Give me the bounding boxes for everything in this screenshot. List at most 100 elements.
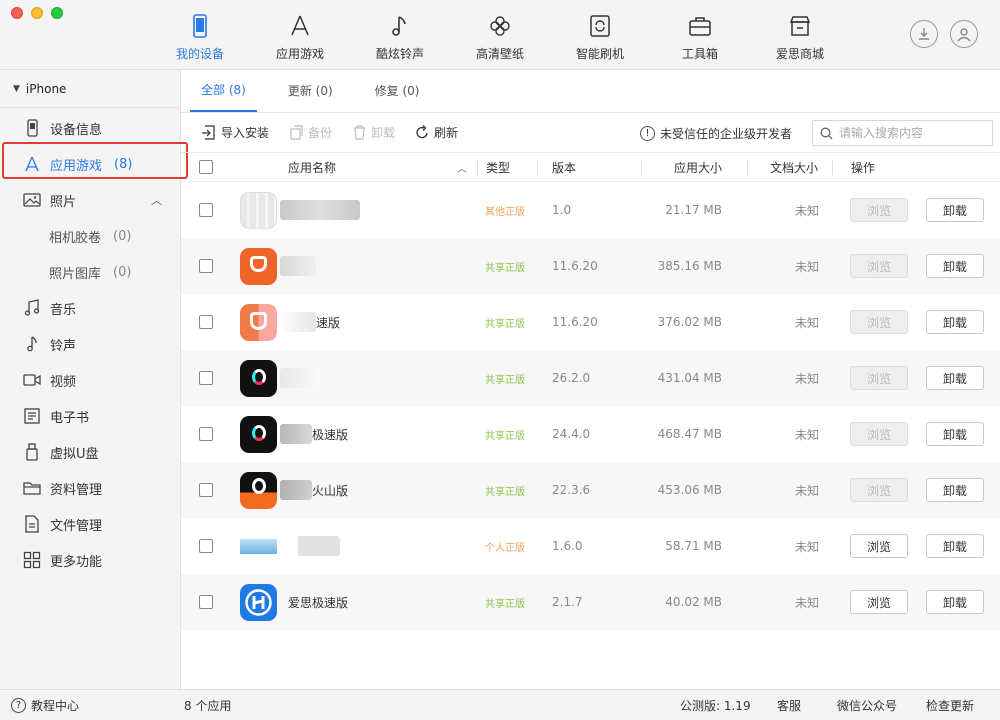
sidebar-item-ebooks[interactable]: 电子书 — [0, 398, 180, 434]
browse-button[interactable]: 浏览 — [850, 422, 908, 446]
sidebar-item-video[interactable]: 视频 — [0, 362, 180, 398]
table-row[interactable]: 速版 共享正版 11.6.20 376.02 MB 未知 浏览 卸载 — [181, 294, 1000, 350]
zoom-window-button[interactable] — [51, 7, 63, 19]
browse-button[interactable]: 浏览 — [850, 534, 908, 558]
row-checkbox[interactable] — [199, 259, 213, 273]
license-type: 共享正版 — [485, 598, 525, 610]
header-type[interactable]: 类型 — [486, 153, 510, 181]
row-checkbox[interactable] — [199, 315, 213, 329]
nav-apps-games[interactable]: 应用游戏 — [250, 0, 350, 70]
customer-service-link[interactable]: 客服 — [777, 690, 801, 720]
app-size: 21.17 MB — [665, 203, 722, 217]
top-right-actions — [910, 20, 978, 48]
nav-toolbox[interactable]: 工具箱 — [650, 0, 750, 70]
header-app-size[interactable]: 应用大小 — [674, 153, 722, 181]
redacted-name — [280, 256, 316, 276]
import-install-button[interactable]: 导入安装 — [202, 124, 269, 141]
table-row[interactable]: 爱思极速版 共享正版 2.1.7 40.02 MB 未知 浏览 卸载 — [181, 574, 1000, 630]
uninstall-button[interactable]: 卸载 — [926, 590, 984, 614]
minimize-window-button[interactable] — [31, 7, 43, 19]
row-checkbox[interactable] — [199, 427, 213, 441]
check-update-link[interactable]: 检查更新 — [926, 690, 974, 720]
app-name: 极速版 — [312, 427, 349, 442]
sidebar-item-camera-roll[interactable]: 相机胶卷 (0) — [0, 218, 180, 254]
sidebar-item-device-info[interactable]: 设备信息 — [0, 110, 180, 146]
license-type: 其他正版 — [485, 206, 525, 218]
select-all-checkbox[interactable] — [199, 160, 213, 174]
uninstall-button[interactable]: 卸载 — [926, 254, 984, 278]
table-row[interactable]: 共享正版 11.6.20 385.16 MB 未知 浏览 卸载 — [181, 238, 1000, 294]
user-icon[interactable] — [950, 20, 978, 48]
sidebar-item-photo-library[interactable]: 照片图库 (0) — [0, 254, 180, 290]
uninstall-button[interactable]: 卸载 — [926, 422, 984, 446]
sidebar-item-more[interactable]: 更多功能 — [0, 542, 180, 578]
sidebar-item-label: 电子书 — [50, 410, 90, 426]
close-window-button[interactable] — [11, 7, 23, 19]
help-center-link[interactable]: ? 教程中心 — [11, 690, 79, 720]
nav-store[interactable]: 爱思商城 — [750, 0, 850, 70]
app-count: 8 个应用 — [184, 699, 232, 713]
uninstall-button[interactable]: 卸载 — [926, 366, 984, 390]
untrusted-developer-link[interactable]: ! 未受信任的企业级开发者 — [640, 113, 792, 153]
browse-button[interactable]: 浏览 — [850, 198, 908, 222]
redacted-name — [280, 368, 320, 388]
table-row[interactable]: 极速版 共享正版 24.4.0 468.47 MB 未知 浏览 卸载 — [181, 406, 1000, 462]
header-name[interactable]: 应用名称 — [288, 153, 336, 181]
doc-size: 未知 — [795, 203, 820, 218]
device-header[interactable]: ▼ iPhone — [0, 70, 180, 108]
redacted-name — [280, 424, 312, 444]
uninstall-button[interactable]: 卸载 — [926, 198, 984, 222]
row-checkbox[interactable] — [199, 483, 213, 497]
app-size: 385.16 MB — [657, 259, 722, 273]
browse-button[interactable]: 浏览 — [850, 590, 908, 614]
header-version[interactable]: 版本 — [552, 153, 576, 181]
nav-wallpapers[interactable]: 高清壁纸 — [450, 0, 550, 70]
sidebar-item-apps[interactable]: 应用游戏 (8) — [0, 146, 180, 182]
row-checkbox[interactable] — [199, 539, 213, 553]
browse-button[interactable]: 浏览 — [850, 478, 908, 502]
table-row[interactable]: 共享正版 26.2.0 431.04 MB 未知 浏览 卸载 — [181, 350, 1000, 406]
uninstall-toolbar-button[interactable]: 卸载 — [352, 124, 395, 141]
store-icon — [789, 16, 811, 36]
wechat-link[interactable]: 微信公众号 — [837, 690, 897, 720]
info-icon: ! — [640, 125, 655, 141]
browse-button[interactable]: 浏览 — [850, 310, 908, 334]
sort-up-icon[interactable]: ︿ — [457, 153, 467, 181]
uninstall-button[interactable]: 卸载 — [926, 534, 984, 558]
ringtone-icon — [27, 336, 37, 352]
refresh-button[interactable]: 刷新 — [415, 124, 458, 141]
sidebar-item-label: 音乐 — [50, 302, 77, 318]
phone-icon — [193, 14, 207, 38]
app-name: 火山版 — [312, 483, 349, 498]
uninstall-button[interactable]: 卸载 — [926, 478, 984, 502]
table-row[interactable]: 火山版 共享正版 22.3.6 453.06 MB 未知 浏览 卸载 — [181, 462, 1000, 518]
sidebar-item-data-management[interactable]: 资料管理 — [0, 470, 180, 506]
uninstall-button[interactable]: 卸载 — [926, 310, 984, 334]
doc-size: 未知 — [795, 371, 820, 386]
app-size: 376.02 MB — [657, 315, 722, 329]
table-row[interactable]: 个人正版 1.6.0 58.71 MB 未知 浏览 卸载 — [181, 518, 1000, 574]
table-row[interactable]: 其他正版 1.0 21.17 MB 未知 浏览 卸载 — [181, 182, 1000, 238]
nav-my-device[interactable]: 我的设备 — [150, 0, 250, 70]
nav-ringtones[interactable]: 酷炫铃声 — [350, 0, 450, 70]
sidebar-item-virtual-usb[interactable]: 虚拟U盘 — [0, 434, 180, 470]
sidebar-item-music[interactable]: 音乐 — [0, 290, 180, 326]
nav-flash[interactable]: 智能刷机 — [550, 0, 650, 70]
tab-repair[interactable]: 修复 (0) — [364, 69, 431, 112]
row-checkbox[interactable] — [199, 371, 213, 385]
row-checkbox[interactable] — [199, 595, 213, 609]
book-icon — [24, 408, 40, 424]
tab-all[interactable]: 全部 (8) — [190, 69, 257, 112]
search-input[interactable] — [839, 126, 979, 140]
header-doc-size[interactable]: 文档大小 — [770, 153, 818, 181]
browse-button[interactable]: 浏览 — [850, 254, 908, 278]
chevron-up-icon[interactable]: ︿ — [151, 192, 162, 208]
browse-button[interactable]: 浏览 — [850, 366, 908, 390]
row-checkbox[interactable] — [199, 203, 213, 217]
backup-button[interactable]: 备份 — [289, 124, 332, 141]
download-icon[interactable] — [910, 20, 938, 48]
sidebar-item-ringtones[interactable]: 铃声 — [0, 326, 180, 362]
tab-updates[interactable]: 更新 (0) — [277, 69, 344, 112]
sidebar-item-file-management[interactable]: 文件管理 — [0, 506, 180, 542]
sidebar-item-photos[interactable]: 照片 ︿ — [0, 182, 180, 218]
